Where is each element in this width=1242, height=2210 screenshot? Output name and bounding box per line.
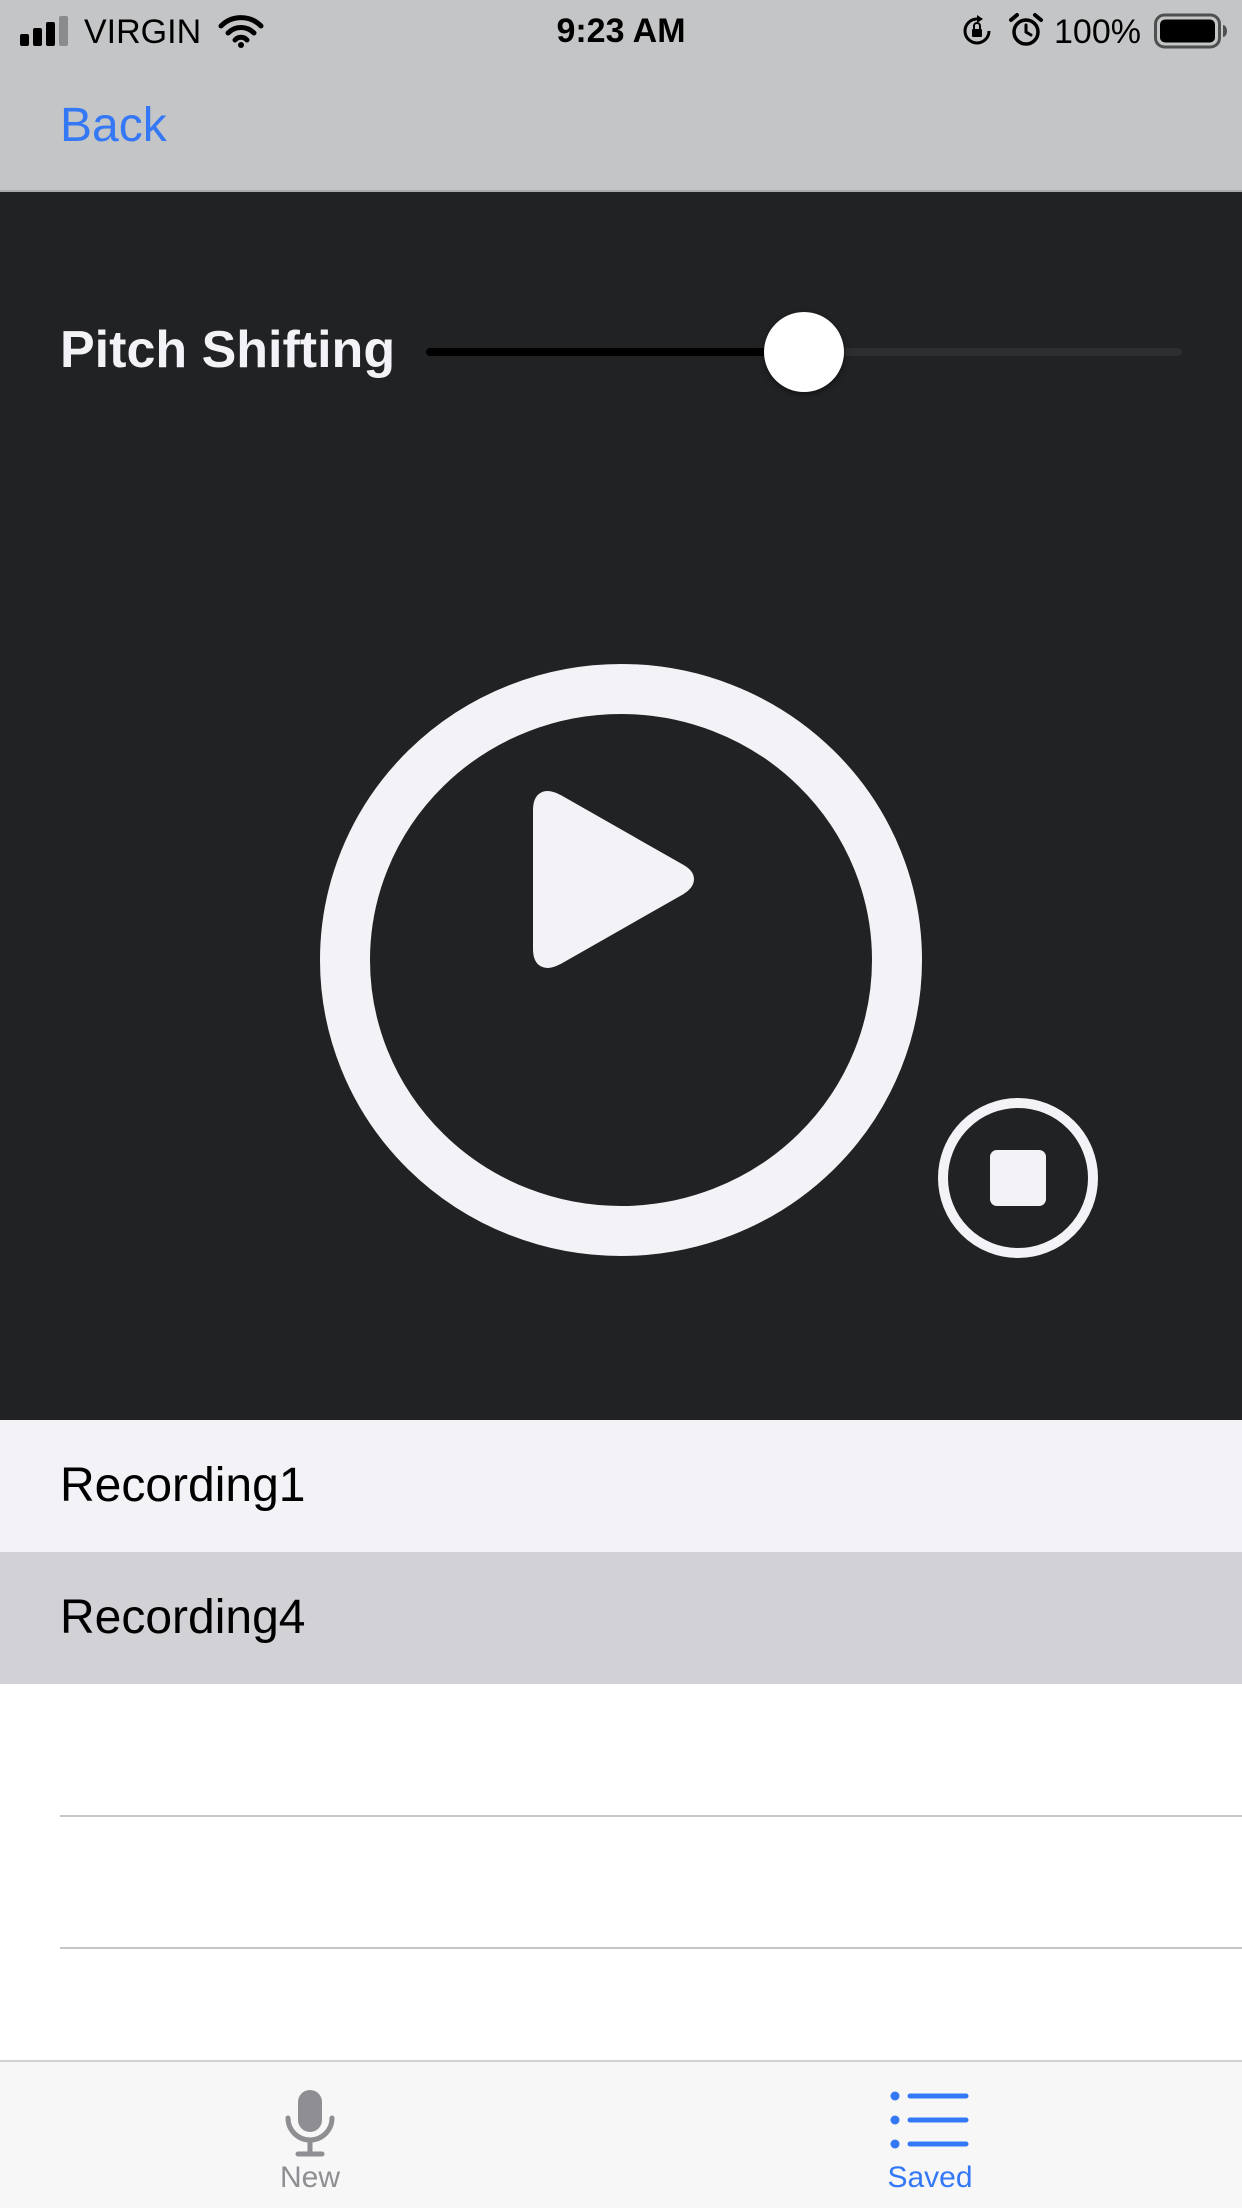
tab-bar: New Saved <box>0 2060 1242 2208</box>
navigation-bar: Back <box>0 62 1242 192</box>
back-button[interactable]: Back <box>60 98 167 154</box>
battery-icon <box>1154 13 1227 49</box>
tab-label-saved: Saved <box>887 2161 973 2194</box>
stop-button[interactable] <box>936 1096 1100 1260</box>
recording-row-selected[interactable]: Recording4 <box>0 1552 1242 1684</box>
player-panel: Pitch Shifting <box>0 192 1242 1420</box>
list-icon <box>890 2091 969 2149</box>
recordings-list: Recording1 Recording4 <box>0 1420 1242 2060</box>
battery-percent: 100% <box>1054 13 1141 51</box>
status-bar: VIRGIN 9:23 AM 100% <box>0 0 1242 62</box>
tab-label-new: New <box>279 2161 340 2194</box>
row-divider <box>60 1815 1242 1817</box>
row-divider <box>60 1947 1242 1949</box>
pitch-shifting-label: Pitch Shifting <box>60 321 396 379</box>
lock-rotation-icon <box>963 15 991 45</box>
pitch-shifting-slider[interactable] <box>426 312 1182 392</box>
tab-saved[interactable]: Saved <box>830 2062 1030 2210</box>
microphone-icon <box>285 2090 335 2157</box>
stop-icon <box>990 1150 1046 1206</box>
slider-thumb[interactable] <box>764 312 844 392</box>
play-button[interactable] <box>320 664 922 1256</box>
play-icon <box>533 791 694 968</box>
recording-name: Recording1 <box>60 1459 306 1512</box>
slider-fill <box>426 348 804 356</box>
recording-row[interactable]: Recording1 <box>0 1420 1242 1552</box>
recording-name: Recording4 <box>60 1591 306 1644</box>
alarm-icon <box>1009 13 1043 46</box>
tab-new[interactable]: New <box>210 2062 410 2210</box>
